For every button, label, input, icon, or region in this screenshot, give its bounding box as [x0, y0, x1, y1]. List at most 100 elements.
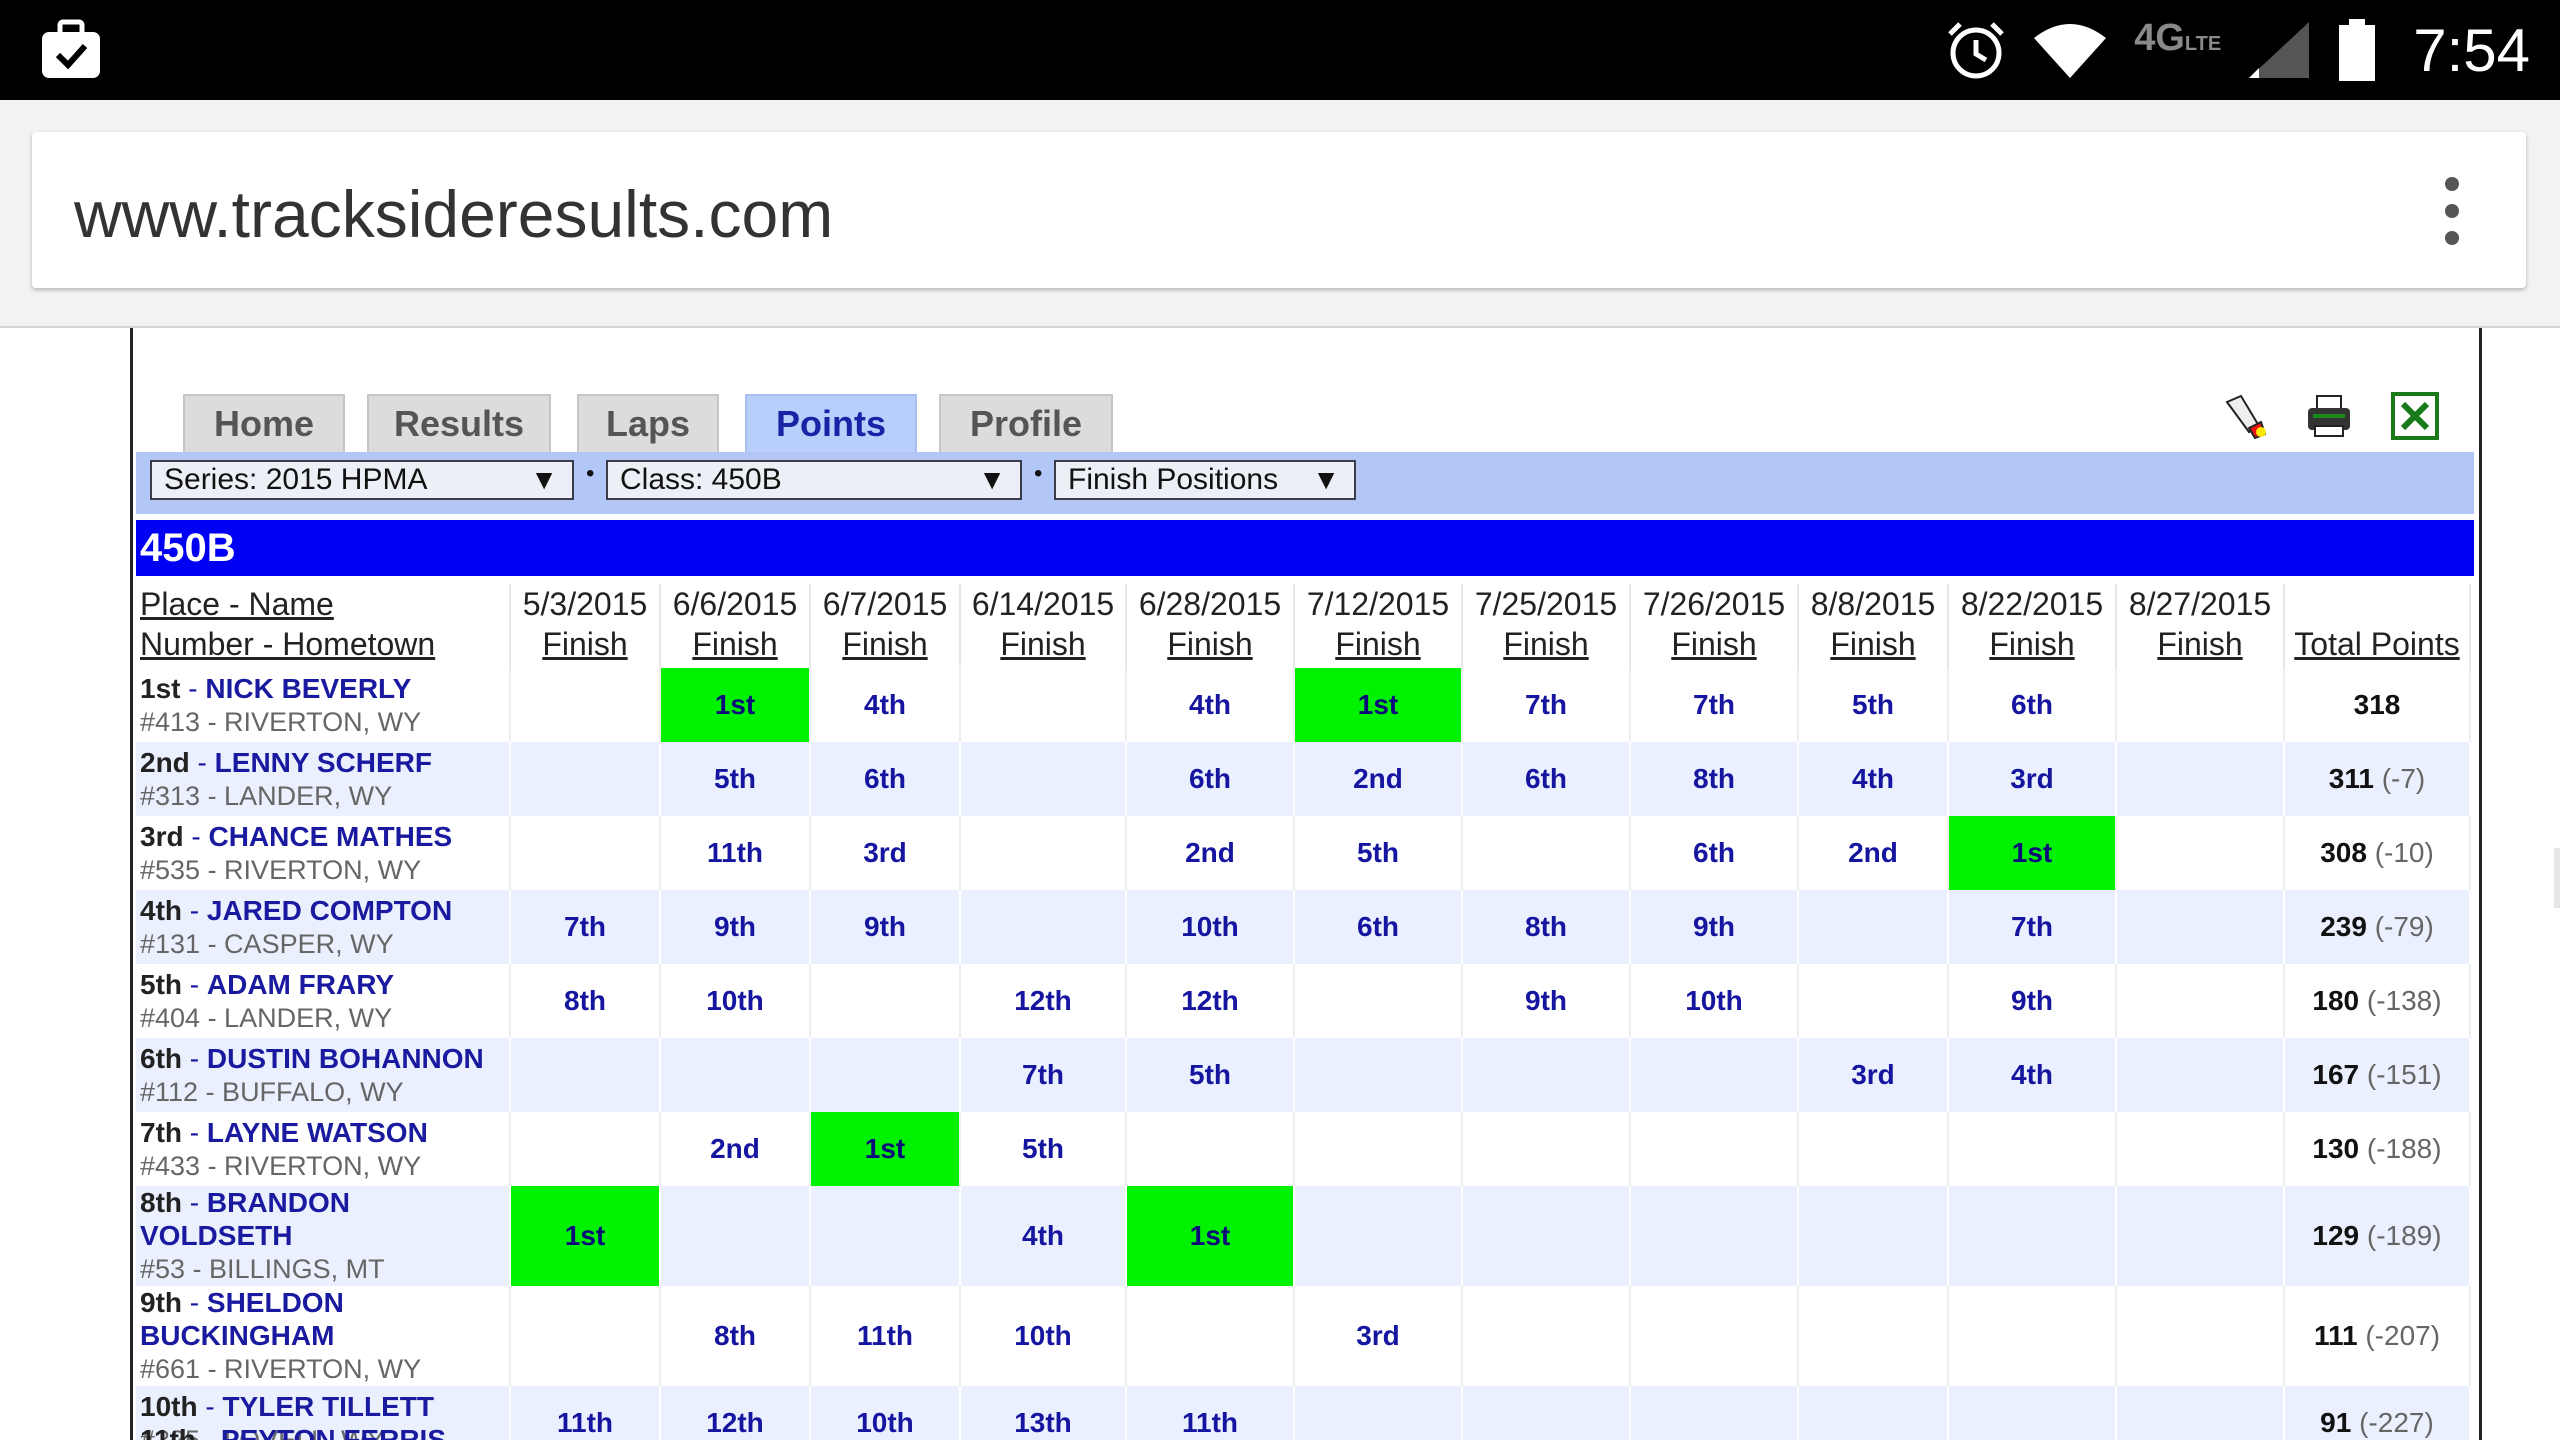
- event-finish-link[interactable]: Finish: [2157, 626, 2242, 662]
- event-header[interactable]: 7/12/2015 Finish: [1294, 584, 1463, 668]
- tab-results[interactable]: Results: [367, 394, 551, 452]
- finish-cell[interactable]: 10th: [660, 964, 811, 1038]
- event-finish-link[interactable]: Finish: [542, 626, 627, 662]
- event-finish-link[interactable]: Finish: [1503, 626, 1588, 662]
- event-finish-link[interactable]: Finish: [1830, 626, 1915, 662]
- view-mode-select[interactable]: Finish Positions ▼: [1054, 460, 1356, 500]
- finish-cell[interactable]: 9th: [660, 890, 811, 964]
- event-finish-link[interactable]: Finish: [842, 626, 927, 662]
- finish-cell[interactable]: 7th: [1630, 668, 1799, 742]
- tab-home[interactable]: Home: [183, 394, 345, 452]
- finish-cell[interactable]: 5th: [1294, 816, 1463, 890]
- overflow-menu-icon[interactable]: [2444, 176, 2460, 246]
- tab-laps[interactable]: Laps: [577, 394, 719, 452]
- finish-cell[interactable]: 9th: [1948, 964, 2117, 1038]
- finish-cell[interactable]: 9th: [1462, 964, 1631, 1038]
- rider-name-link[interactable]: JARED COMPTON: [207, 895, 452, 926]
- total-points-header[interactable]: Total Points: [2284, 584, 2471, 668]
- finish-cell[interactable]: 12th: [1126, 964, 1295, 1038]
- finish-cell[interactable]: 1st: [810, 1112, 961, 1186]
- finish-cell[interactable]: 5th: [660, 742, 811, 816]
- finish-cell[interactable]: 4th: [1948, 1038, 2117, 1112]
- event-header[interactable]: 8/27/2015 Finish: [2116, 584, 2285, 668]
- finish-cell[interactable]: 10th: [810, 1386, 961, 1440]
- finish-cell[interactable]: 9th: [1630, 890, 1799, 964]
- finish-cell[interactable]: 3rd: [1948, 742, 2117, 816]
- finish-cell[interactable]: 8th: [1462, 890, 1631, 964]
- finish-cell[interactable]: 6th: [810, 742, 961, 816]
- finish-cell[interactable]: 11th: [510, 1386, 661, 1440]
- finish-cell[interactable]: 8th: [1630, 742, 1799, 816]
- rider-name-link[interactable]: NICK BEVERLY: [205, 673, 411, 704]
- printer-icon[interactable]: [2305, 392, 2353, 440]
- place-name-header-line1[interactable]: Place - Name: [140, 586, 334, 622]
- event-finish-link[interactable]: Finish: [1167, 626, 1252, 662]
- event-header[interactable]: 6/14/2015 Finish: [960, 584, 1127, 668]
- finish-cell[interactable]: 6th: [1948, 668, 2117, 742]
- finish-cell[interactable]: 5th: [1798, 668, 1949, 742]
- finish-cell[interactable]: 8th: [660, 1286, 811, 1386]
- finish-cell[interactable]: 4th: [960, 1186, 1127, 1286]
- finish-cell[interactable]: 10th: [1630, 964, 1799, 1038]
- event-finish-link[interactable]: Finish: [1000, 626, 1085, 662]
- series-select[interactable]: Series: 2015 HPMA ▼: [150, 460, 574, 500]
- finish-cell[interactable]: 11th: [810, 1286, 961, 1386]
- rider-name-link[interactable]: PEYTON FERRIS: [221, 1424, 446, 1440]
- finish-cell[interactable]: 13th: [960, 1386, 1127, 1440]
- finish-cell[interactable]: 6th: [1294, 890, 1463, 964]
- url-text[interactable]: www.tracksideresults.com: [74, 176, 833, 252]
- event-header[interactable]: 6/28/2015 Finish: [1126, 584, 1295, 668]
- finish-cell[interactable]: 10th: [1126, 890, 1295, 964]
- rider-name-link[interactable]: CHANCE MATHES: [208, 821, 452, 852]
- finish-cell[interactable]: 5th: [1126, 1038, 1295, 1112]
- finish-cell[interactable]: 1st: [660, 668, 811, 742]
- finish-cell[interactable]: 12th: [660, 1386, 811, 1440]
- total-points-header-label[interactable]: Total Points: [2294, 626, 2459, 662]
- event-finish-link[interactable]: Finish: [1335, 626, 1420, 662]
- rider-name-link[interactable]: LAYNE WATSON: [207, 1117, 428, 1148]
- finish-cell[interactable]: 1st: [510, 1186, 661, 1286]
- event-finish-link[interactable]: Finish: [1671, 626, 1756, 662]
- class-select[interactable]: Class: 450B ▼: [606, 460, 1022, 500]
- finish-cell[interactable]: 2nd: [1294, 742, 1463, 816]
- finish-cell[interactable]: 1st: [1126, 1186, 1295, 1286]
- event-header[interactable]: 8/22/2015 Finish: [1948, 584, 2117, 668]
- finish-cell[interactable]: 4th: [810, 668, 961, 742]
- finish-cell[interactable]: 7th: [1948, 890, 2117, 964]
- event-header[interactable]: 5/3/2015 Finish: [510, 584, 661, 668]
- address-bar[interactable]: www.tracksideresults.com: [32, 132, 2526, 288]
- rider-name-link[interactable]: TYLER TILLETT: [222, 1391, 434, 1422]
- finish-cell[interactable]: 1st: [1948, 816, 2117, 890]
- finish-cell[interactable]: 2nd: [1126, 816, 1295, 890]
- rider-name-link[interactable]: DUSTIN BOHANNON: [207, 1043, 484, 1074]
- rider-name-link[interactable]: ADAM FRARY: [207, 969, 394, 1000]
- event-finish-link[interactable]: Finish: [1989, 626, 2074, 662]
- finish-cell[interactable]: 1st: [1294, 668, 1463, 742]
- place-name-header-line2[interactable]: Number - Hometown: [140, 626, 435, 662]
- finish-cell[interactable]: 10th: [960, 1286, 1127, 1386]
- finish-cell[interactable]: 6th: [1630, 816, 1799, 890]
- event-header[interactable]: 6/7/2015 Finish: [810, 584, 961, 668]
- finish-cell[interactable]: 2nd: [660, 1112, 811, 1186]
- finish-cell[interactable]: 9th: [810, 890, 961, 964]
- finish-cell[interactable]: 7th: [510, 890, 661, 964]
- finish-cell[interactable]: 6th: [1462, 742, 1631, 816]
- event-header[interactable]: 7/25/2015 Finish: [1462, 584, 1631, 668]
- tab-profile[interactable]: Profile: [939, 394, 1113, 452]
- finish-cell[interactable]: 8th: [510, 964, 661, 1038]
- event-header[interactable]: 6/6/2015 Finish: [660, 584, 811, 668]
- finish-cell[interactable]: 3rd: [1798, 1038, 1949, 1112]
- finish-cell[interactable]: 11th: [660, 816, 811, 890]
- finish-cell[interactable]: 5th: [960, 1112, 1127, 1186]
- finish-cell[interactable]: 6th: [1126, 742, 1295, 816]
- event-header[interactable]: 8/8/2015 Finish: [1798, 584, 1949, 668]
- rider-name-link[interactable]: LENNY SCHERF: [215, 747, 432, 778]
- place-name-header[interactable]: Place - Name Number - Hometown: [136, 584, 511, 668]
- flashlight-icon[interactable]: [2221, 392, 2269, 440]
- finish-cell[interactable]: 11th: [1126, 1386, 1295, 1440]
- finish-cell[interactable]: 7th: [1462, 668, 1631, 742]
- finish-cell[interactable]: 4th: [1126, 668, 1295, 742]
- finish-cell[interactable]: 2nd: [1798, 816, 1949, 890]
- excel-icon[interactable]: [2391, 392, 2439, 440]
- event-finish-link[interactable]: Finish: [692, 626, 777, 662]
